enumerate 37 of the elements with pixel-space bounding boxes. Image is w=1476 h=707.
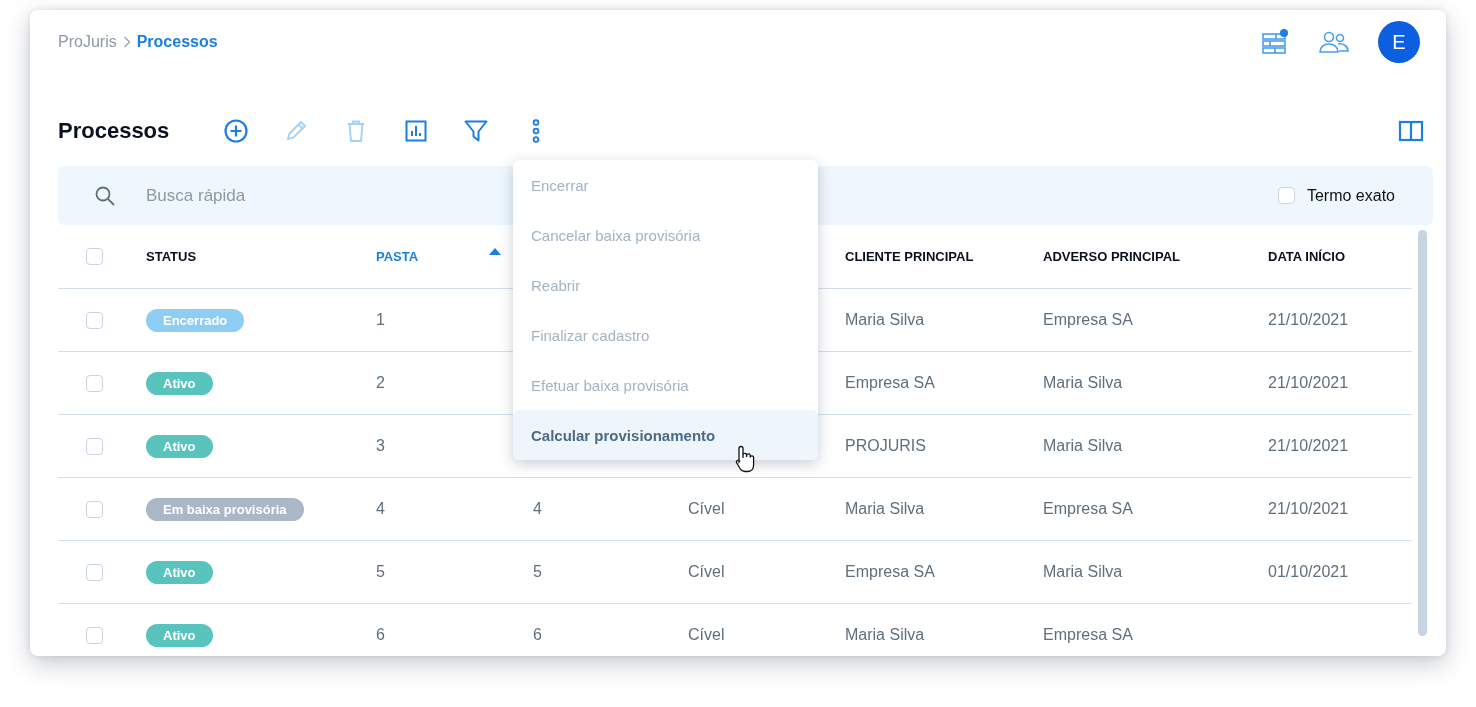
status-badge: Ativo [146,560,213,584]
table-cell: Empresa SA [1043,311,1133,329]
page-title: Processos [58,118,171,144]
table-cell: Empresa SA [845,563,935,581]
table-cell: 1 [376,311,385,329]
checkbox-label: Termo exato [1306,186,1395,205]
table-cell: Maria Silva [1043,374,1123,392]
table-cell: Maria Silva [845,311,925,329]
table-cell: PROJURIS [845,437,926,455]
table-cell: Maria Silva [845,500,925,518]
table-cell: Empresa SA [845,374,935,392]
table-cell: Maria Silva [845,626,925,644]
table-cell: 5 [376,563,385,581]
table-cell: 4 [533,500,542,518]
table-cell: 6 [376,626,385,644]
status-badge: Ativo [146,371,213,395]
table-cell: Cível [688,563,725,581]
table-cell: Maria Silva [1043,563,1123,581]
status-badge: Ativo [146,623,213,647]
table-cell: Cível [688,626,725,644]
table-cell: 3 [376,437,385,455]
status-badge: Encerrado [146,308,245,332]
table-cell: 21/10/2021 [1268,311,1349,329]
table-cell: 21/10/2021 [1268,437,1349,455]
table-cell: Empresa SA [1043,626,1133,644]
table-cell: Cível [688,500,725,518]
table-cell: Empresa SA [1043,500,1133,518]
table-cell: 2 [376,374,385,392]
table-cell: 21/10/2021 [1268,500,1349,518]
table-cell: 5 [533,563,542,581]
table-cell: 21/10/2021 [1268,374,1349,392]
status-badge: Em baixa provisória [146,497,304,521]
table-cell: 6 [533,626,542,644]
table-cell: 01/10/2021 [1268,563,1349,581]
table-cell: 4 [376,500,385,518]
table-cell: Maria Silva [1043,437,1123,455]
status-badge: Ativo [146,434,213,458]
